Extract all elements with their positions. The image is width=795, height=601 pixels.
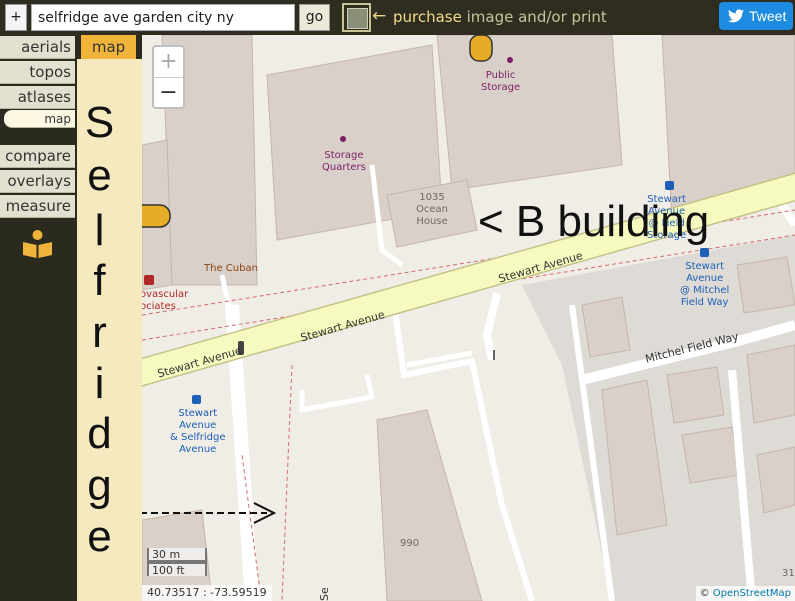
poi-cardiovascular[interactable]: ovascular ociates	[142, 289, 188, 313]
annotation-letter: S	[84, 98, 115, 147]
map-attribution: © OpenStreetMap	[695, 586, 795, 601]
sidebar-item-aerials[interactable]: aerials	[0, 36, 75, 59]
poi-label: Storage Quarters	[322, 150, 366, 173]
poi-label: The Cuban	[204, 263, 258, 274]
sidebar-item-atlases[interactable]: atlases	[0, 86, 75, 109]
book-reader-icon[interactable]	[21, 229, 54, 259]
sidebar-item-compare[interactable]: compare	[0, 145, 75, 168]
poi-label: Stewart Avenue @ Mitchel Field Way	[680, 261, 730, 308]
annotation-letter: e	[87, 151, 112, 200]
annotation-letter: g	[87, 461, 112, 510]
map-tiles	[142, 35, 795, 601]
search-input[interactable]	[31, 4, 295, 31]
sidebar-item-topos[interactable]: topos	[0, 61, 75, 84]
annotation-strip: S e l f r i d g e	[77, 59, 142, 601]
scale-bar: 30 m 100 ft	[147, 548, 207, 577]
poi-the-cuban[interactable]: The Cuban	[204, 263, 258, 275]
sidebar-item-map[interactable]: map	[4, 110, 75, 128]
annotation-letter: l	[94, 206, 105, 255]
poi-label: Stewart Avenue & Selfridge Avenue	[170, 408, 226, 455]
tweet-label: Tweet	[749, 8, 787, 24]
building-number-31: 31	[782, 568, 795, 579]
go-button[interactable]: go	[299, 4, 330, 31]
purchase-link[interactable]: purchase image and/or print	[393, 8, 607, 26]
sidebar-item-measure[interactable]: measure	[0, 195, 75, 218]
poi-bus-stop-mitchel[interactable]: Stewart Avenue @ Mitchel Field Way	[680, 261, 729, 309]
annotation-letter: f	[93, 256, 106, 305]
coordinate-readout: 40.73517 : -73.59519	[142, 585, 272, 601]
twitter-bird-icon	[728, 9, 744, 23]
poi-ocean-house[interactable]: 1035 Ocean House	[416, 192, 448, 228]
purchase-image-icon[interactable]	[342, 3, 371, 32]
annotation-letter: e	[87, 512, 112, 561]
poi-label: ovascular ociates	[142, 289, 189, 312]
zoom-out-button[interactable]: −	[154, 78, 183, 108]
left-arrow-icon: ←	[372, 6, 387, 26]
poi-bus-stop-selfridge[interactable]: Stewart Avenue & Selfridge Avenue	[170, 408, 226, 456]
poi-public-storage[interactable]: Public Storage	[481, 70, 520, 94]
annotation-letter: d	[87, 409, 112, 458]
annotation-letter: i	[94, 359, 105, 408]
street-label-selfridge: Se	[318, 587, 331, 601]
poi-label: Public Storage	[481, 70, 521, 93]
sidebar: aerials topos atlases map compare overla…	[0, 35, 77, 601]
tab-map[interactable]: map	[81, 35, 136, 59]
tweet-button[interactable]: Tweet	[719, 2, 793, 30]
poi-label: 1035 Ocean House	[416, 192, 448, 227]
zoom-control: + −	[152, 45, 185, 109]
add-button[interactable]: +	[5, 4, 27, 31]
building-annotation: < B building	[478, 197, 710, 246]
map-view[interactable]: Public Storage Storage Quarters 1035 Oce…	[142, 35, 795, 601]
attribution-prefix: ©	[699, 588, 713, 599]
openstreetmap-link[interactable]: OpenStreetMap	[713, 588, 791, 599]
purchase-strong: purchase	[393, 8, 462, 26]
scale-imperial: 100 ft	[147, 562, 207, 577]
top-bar: + go ← purchase image and/or print Tweet	[0, 0, 795, 35]
scale-metric: 30 m	[147, 548, 207, 562]
zoom-in-button[interactable]: +	[154, 47, 183, 78]
poi-storage-quarters[interactable]: Storage Quarters	[322, 150, 366, 174]
annotation-letter: r	[92, 308, 107, 357]
building-number-990: 990	[400, 538, 420, 549]
purchase-rest: image and/or print	[461, 8, 607, 26]
sidebar-item-overlays[interactable]: overlays	[0, 170, 75, 193]
